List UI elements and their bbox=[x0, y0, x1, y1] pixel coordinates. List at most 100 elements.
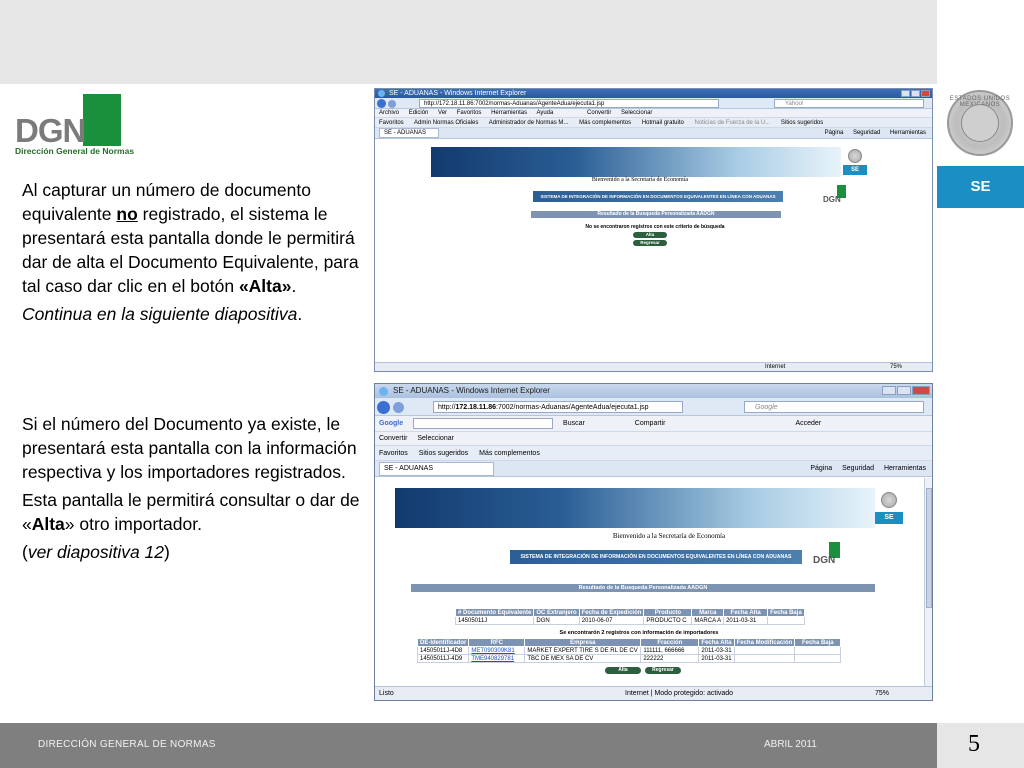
welcome-text: Bienvenido a la Secretaría de Economía bbox=[612, 532, 726, 540]
web-page: SE Bienvenido a la Secretaría de Economí… bbox=[375, 141, 932, 361]
seleccionar-button[interactable]: Seleccionar bbox=[417, 435, 454, 442]
banner-seal-icon bbox=[848, 149, 862, 163]
fav-link-complementos[interactable]: Más complementos bbox=[479, 450, 540, 457]
table-row: 14505011J-4D8 MET090309K81 MARKET EXPERT… bbox=[416, 646, 842, 655]
convertir-button[interactable]: Convertir bbox=[587, 110, 611, 116]
status-zone: Internet bbox=[765, 364, 786, 370]
emphasis-no: no bbox=[116, 204, 138, 224]
welcome-text: Bienvenido a la Secretaría de Economía bbox=[591, 177, 689, 183]
back-icon[interactable] bbox=[377, 401, 390, 414]
ie-icon bbox=[378, 90, 385, 97]
menu-bar: Archivo Edición Ver Favoritos Herramient… bbox=[375, 109, 932, 118]
tools-menu[interactable]: Herramientas bbox=[884, 465, 926, 472]
maximize-button[interactable] bbox=[911, 90, 920, 97]
compartir-button[interactable]: Compartir bbox=[635, 420, 666, 427]
status-zone: Internet | Modo protegido: activado bbox=[625, 690, 734, 697]
favoritos-button[interactable]: Favoritos bbox=[379, 120, 404, 126]
mini-dgn-logo: DGN bbox=[823, 185, 853, 207]
page-menu[interactable]: Página bbox=[825, 130, 844, 136]
close-button[interactable] bbox=[921, 90, 930, 97]
scrollbar-thumb[interactable] bbox=[926, 488, 932, 608]
security-menu[interactable]: Seguridad bbox=[842, 465, 874, 472]
dgn-logo-green-block bbox=[83, 94, 121, 146]
document-table: # Documento Equivalente OC Extranjero Fe… bbox=[454, 608, 805, 625]
footer-organization: DIRECCIÓN GENERAL DE NORMAS bbox=[38, 739, 216, 750]
vertical-scrollbar[interactable] bbox=[924, 478, 932, 686]
instructions-block-1: Al capturar un número de documento equiv… bbox=[22, 178, 362, 330]
no-results-message: No se encontraron registros con este cri… bbox=[585, 224, 725, 230]
url-input[interactable]: http://172.18.11.86:7002/normas-Aduanas/… bbox=[419, 99, 719, 108]
search-input[interactable]: Google bbox=[744, 401, 924, 413]
mini-dgn-letters: DGN bbox=[823, 195, 841, 204]
search-input[interactable]: Yahoo! bbox=[774, 99, 924, 108]
address-bar: http://172.18.11.86:7002/normas-Aduanas/… bbox=[375, 398, 932, 416]
rfc-link[interactable]: MET090309K81 bbox=[468, 646, 526, 655]
menu-ver[interactable]: Ver bbox=[438, 110, 447, 116]
menu-favoritos[interactable]: Favoritos bbox=[457, 110, 482, 116]
instructions-paragraph-1: Al capturar un número de documento equiv… bbox=[22, 180, 359, 296]
fav-link-hotmail[interactable]: Hotmail gratuito bbox=[642, 120, 684, 126]
browser-screenshot-with-results: SE - ADUANAS - Windows Internet Explorer… bbox=[374, 383, 933, 701]
ie-icon bbox=[379, 387, 388, 396]
tab-se-aduanas[interactable]: SE - ADUANAS bbox=[379, 128, 440, 138]
top-band bbox=[0, 0, 937, 84]
window-titlebar: SE - ADUANAS - Windows Internet Explorer bbox=[375, 384, 932, 398]
document-table-header: # Documento Equivalente OC Extranjero Fe… bbox=[454, 608, 805, 617]
google-logo: Google bbox=[379, 420, 404, 427]
favoritos-button[interactable]: Favoritos bbox=[379, 450, 408, 457]
minimize-button[interactable] bbox=[901, 90, 910, 97]
tab-bar: SE - ADUANAS Página Seguridad Herramient… bbox=[375, 461, 932, 477]
importers-table-header: DE-Identificador RFC Empresa Fracción Fe… bbox=[416, 638, 842, 647]
close-button[interactable] bbox=[912, 386, 930, 395]
buscar-button[interactable]: Buscar bbox=[563, 420, 585, 427]
fav-link-complementos[interactable]: Más complementos bbox=[579, 120, 631, 126]
fav-link-sitios[interactable]: Sitios sugeridos bbox=[419, 450, 468, 457]
forward-icon[interactable] bbox=[388, 100, 396, 108]
convert-bar: Convertir Seleccionar bbox=[375, 432, 932, 446]
instructions-paragraph-3: Si el número del Documento ya existe, le… bbox=[22, 414, 357, 482]
instructions-paragraph-5: (ver diapositiva 12) bbox=[22, 542, 170, 562]
zoom-level[interactable]: 75% bbox=[890, 363, 902, 371]
banner-se-badge: SE bbox=[843, 165, 867, 175]
rfc-link[interactable]: TME940829781 bbox=[468, 654, 526, 663]
seleccionar-button[interactable]: Seleccionar bbox=[621, 110, 652, 116]
regresar-button[interactable]: Regresar bbox=[633, 240, 667, 246]
zoom-level[interactable]: 75% bbox=[875, 687, 889, 700]
alta-button[interactable]: Alta bbox=[605, 667, 641, 674]
page-banner bbox=[431, 147, 841, 177]
maximize-button[interactable] bbox=[897, 386, 911, 395]
menu-herramientas[interactable]: Herramientas bbox=[491, 110, 527, 116]
tab-bar: SE - ADUANAS Página Seguridad Herramient… bbox=[375, 128, 932, 139]
window-controls bbox=[901, 90, 930, 97]
forward-icon[interactable] bbox=[393, 402, 404, 413]
status-bar: Listo Internet | Modo protegido: activad… bbox=[375, 686, 932, 700]
url-input[interactable]: http://172.18.11.86:7002/normas-Aduanas/… bbox=[433, 401, 683, 413]
window-controls bbox=[882, 386, 930, 395]
menu-edicion[interactable]: Edición bbox=[409, 110, 429, 116]
alta-button[interactable]: Alta bbox=[633, 232, 667, 238]
regresar-button[interactable]: Regresar bbox=[645, 667, 681, 674]
fav-link-administrador[interactable]: Administrador de Normas M... bbox=[489, 120, 569, 126]
instructions-paragraph-4: Esta pantalla le permitirá consultar o d… bbox=[22, 490, 360, 534]
table-row: 14505011J-4D9 TME940829781 TBC DE MEX SA… bbox=[416, 654, 842, 663]
google-toolbar: Google Buscar Compartir Acceder bbox=[375, 416, 932, 432]
fav-link-admin-normas[interactable]: Admin Normas Oficiales bbox=[414, 120, 478, 126]
importers-found-message: Se encontrarón 2 registros con informaci… bbox=[559, 630, 719, 636]
dgn-logo-subtitle: Dirección General de Normas bbox=[15, 146, 135, 156]
menu-archivo[interactable]: Archivo bbox=[379, 110, 399, 116]
acceder-button[interactable]: Acceder bbox=[795, 420, 821, 427]
minimize-button[interactable] bbox=[882, 386, 896, 395]
back-icon[interactable] bbox=[377, 99, 386, 108]
banner-seal-icon bbox=[881, 492, 897, 508]
convertir-button[interactable]: Convertir bbox=[379, 435, 407, 442]
security-menu[interactable]: Seguridad bbox=[853, 130, 880, 136]
google-search-input[interactable] bbox=[413, 417, 554, 429]
banner-se-badge: SE bbox=[875, 512, 903, 524]
fav-link-noticias[interactable]: Noticias de Fuerza de la U... bbox=[695, 120, 771, 126]
fav-link-sitios[interactable]: Sitios sugeridos bbox=[781, 120, 823, 126]
tools-menu[interactable]: Herramientas bbox=[890, 130, 926, 136]
menu-ayuda[interactable]: Ayuda bbox=[536, 110, 553, 116]
page-menu[interactable]: Página bbox=[810, 465, 832, 472]
tab-se-aduanas[interactable]: SE - ADUANAS bbox=[379, 462, 495, 476]
dgn-logo-letters: DGN bbox=[15, 112, 86, 149]
